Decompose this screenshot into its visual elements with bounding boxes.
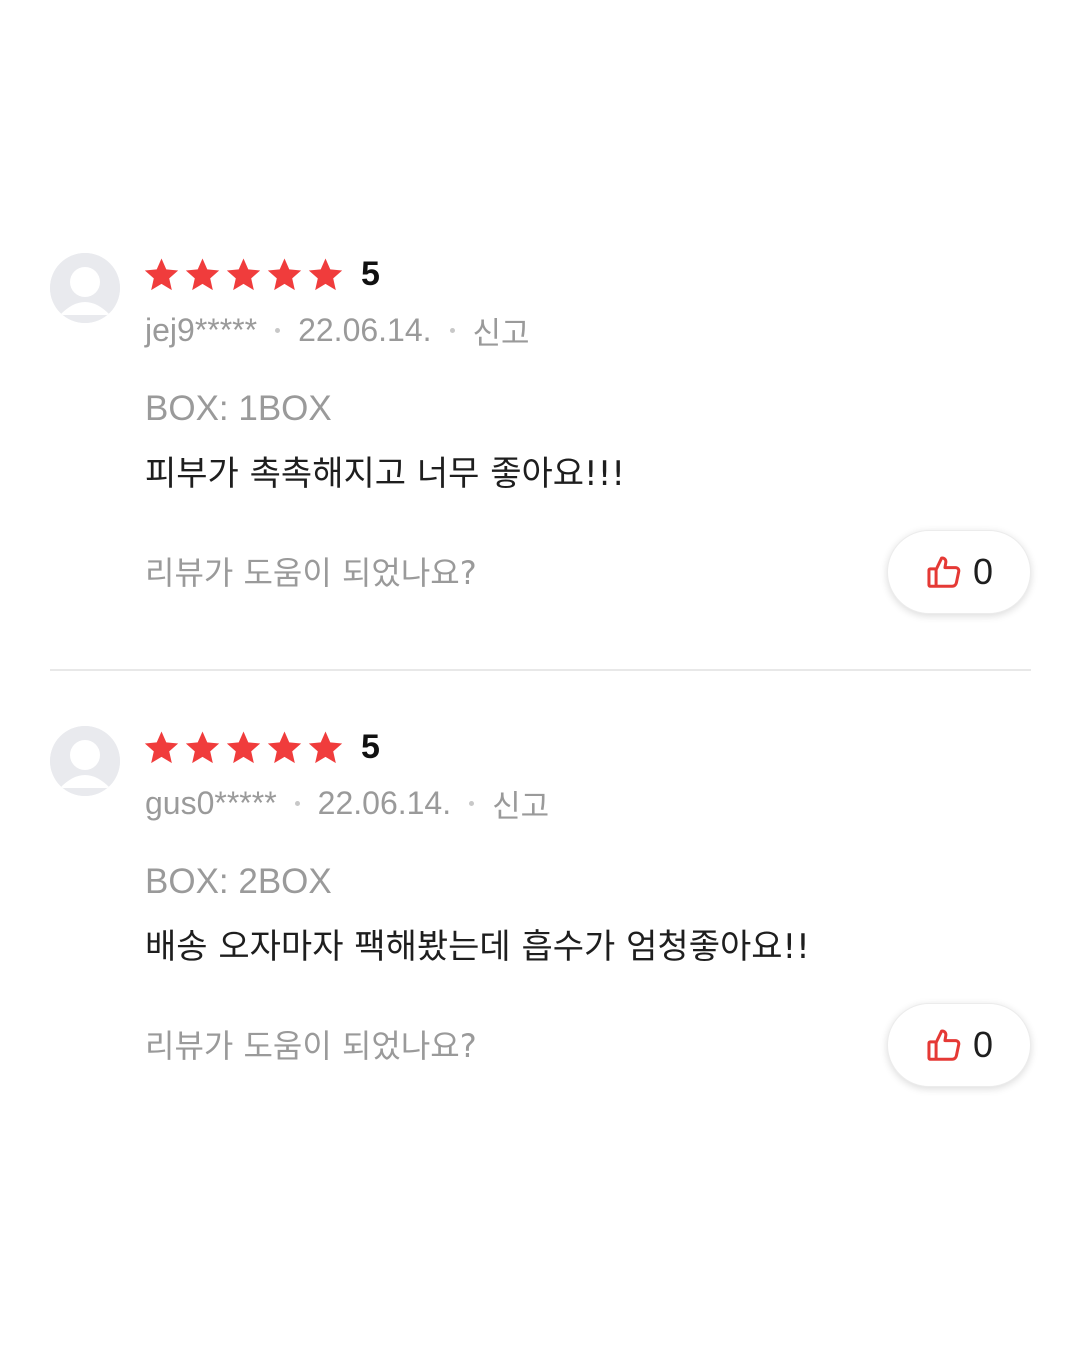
review-card: 5 jej9***** 22.06.14. 신고 BOX: 1BOX 피부가 촉… xyxy=(0,0,1080,614)
star-rating: 5 xyxy=(143,725,380,769)
star-icon xyxy=(225,729,262,766)
review-text: 배송 오자마자 팩해봤는데 흡수가 엄청좋아요!! xyxy=(145,927,810,967)
separator-dot xyxy=(275,327,281,333)
like-count: 0 xyxy=(972,1024,994,1065)
report-link[interactable]: 신고 xyxy=(492,781,549,826)
separator-dot xyxy=(294,800,300,806)
rating-value: 5 xyxy=(361,255,380,293)
user-avatar-icon xyxy=(50,726,120,796)
username: jej9***** xyxy=(145,311,258,348)
separator-dot xyxy=(469,800,475,806)
star-icon xyxy=(266,256,303,293)
star-icon xyxy=(143,729,180,766)
star-icon xyxy=(184,729,221,766)
star-icon xyxy=(143,256,180,293)
review-date: 22.06.14. xyxy=(317,784,452,821)
username: gus0***** xyxy=(145,784,277,821)
separator-dot xyxy=(449,327,455,333)
report-link[interactable]: 신고 xyxy=(473,308,530,353)
star-rating: 5 xyxy=(143,252,380,296)
star-icon xyxy=(225,256,262,293)
purchase-option: BOX: 1BOX xyxy=(145,389,332,428)
helpful-prompt: 리뷰가 도움이 되었나요? xyxy=(145,1027,477,1065)
star-icon xyxy=(266,729,303,766)
star-icon xyxy=(307,729,344,766)
star-icon xyxy=(184,256,221,293)
review-card: 5 gus0***** 22.06.14. 신고 BOX: 2BOX 배송 오자… xyxy=(0,473,1080,1087)
review-date: 22.06.14. xyxy=(298,311,432,348)
review-meta: jej9***** 22.06.14. 신고 xyxy=(145,308,530,352)
star-icon xyxy=(307,256,344,293)
purchase-option: BOX: 2BOX xyxy=(145,862,332,901)
thumbs-up-icon xyxy=(925,1026,963,1064)
review-meta: gus0***** 22.06.14. 신고 xyxy=(145,781,549,825)
rating-value: 5 xyxy=(361,728,380,766)
like-button[interactable]: 0 xyxy=(887,1003,1031,1087)
user-avatar-icon xyxy=(50,253,120,323)
